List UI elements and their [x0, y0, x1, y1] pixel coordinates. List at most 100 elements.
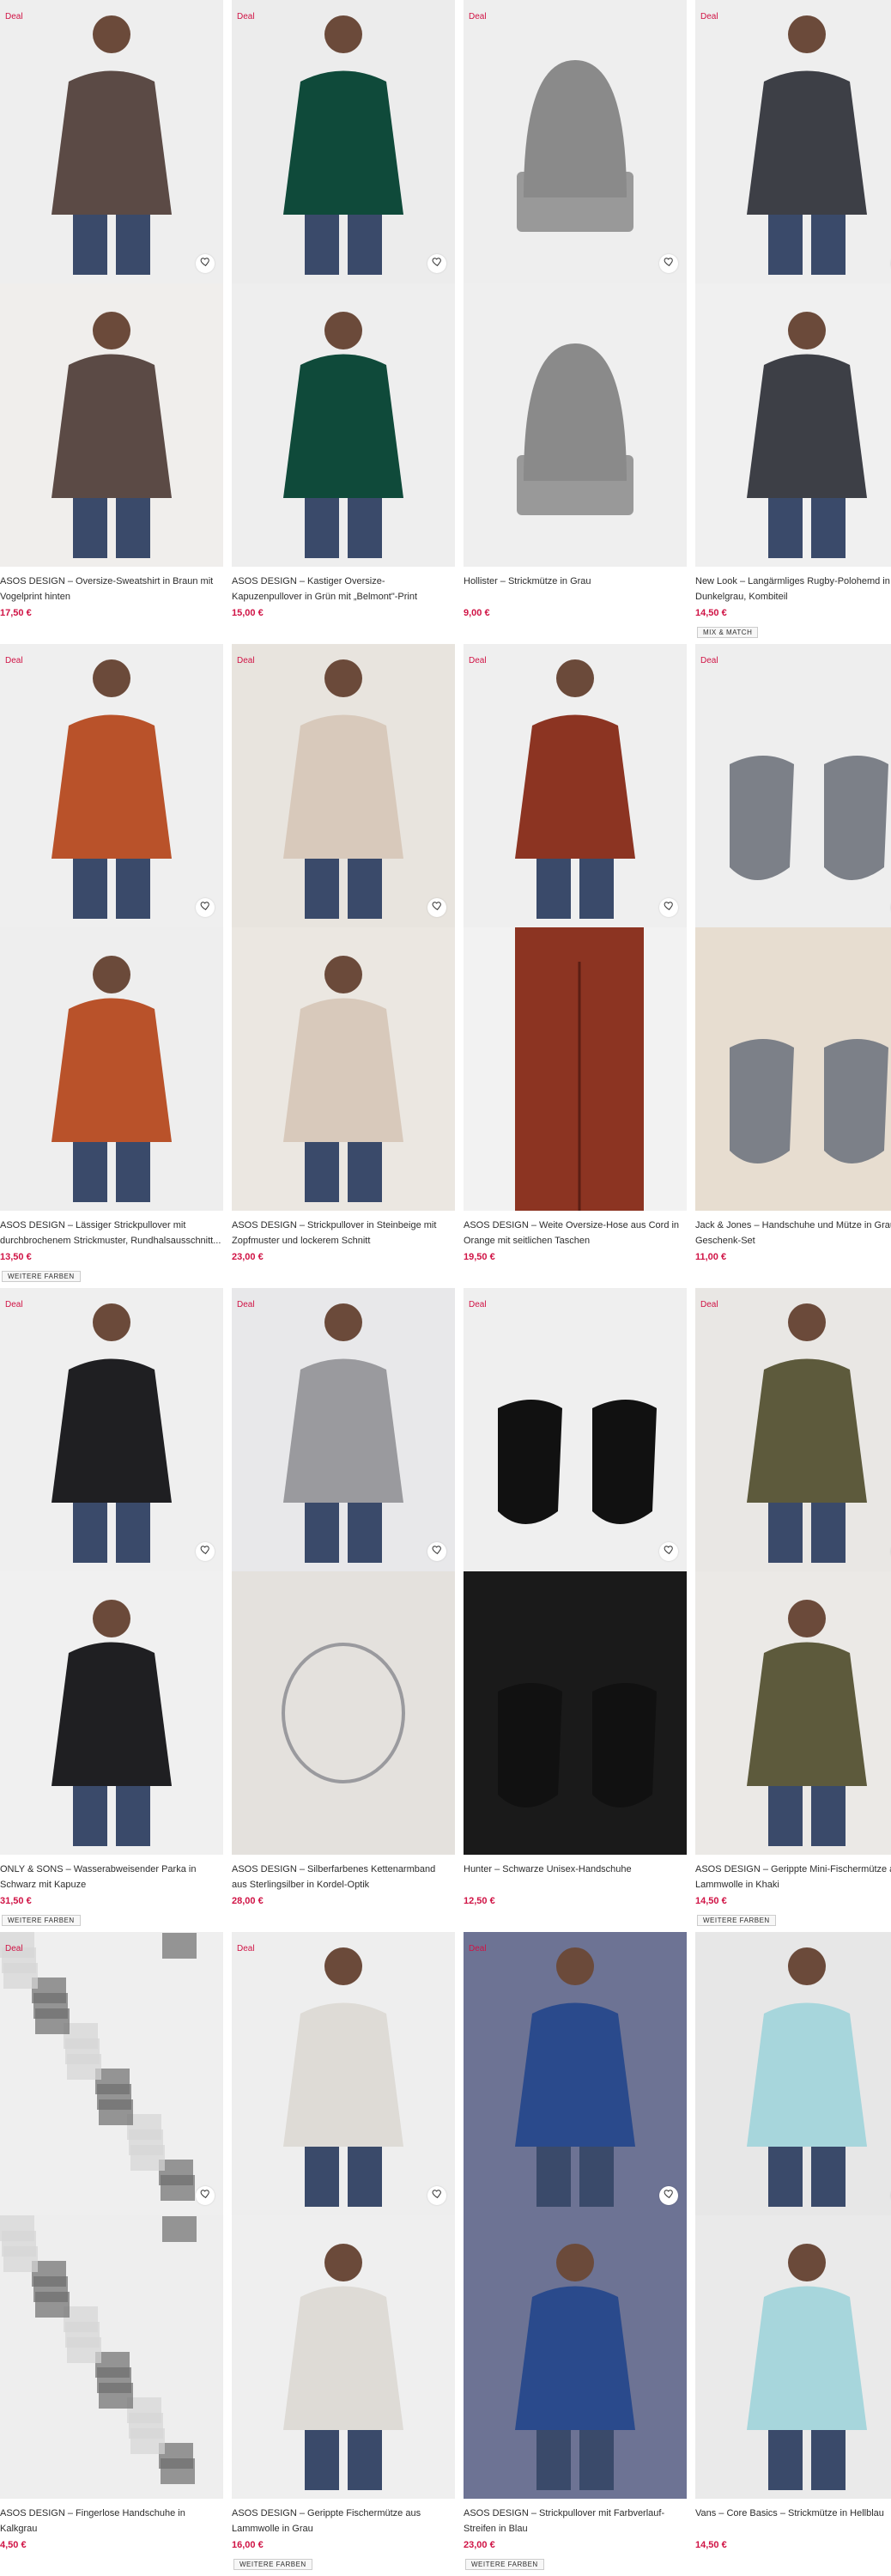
- product-card[interactable]: Deal ASOS DESIGN – Silberfarbenes Kettena…: [232, 1288, 455, 1923]
- product-image-alt[interactable]: [232, 1571, 455, 1855]
- wishlist-button[interactable]: [427, 2186, 446, 2205]
- product-image-alt[interactable]: [0, 1571, 223, 1855]
- deal-badge: Deal: [5, 1944, 23, 1953]
- deal-badge: Deal: [5, 12, 23, 21]
- heart-icon: [200, 256, 211, 271]
- product-card[interactable]: Deal ASOS DESIGN – Strickpullover mit Far…: [464, 1932, 687, 2570]
- product-image[interactable]: [232, 644, 455, 927]
- product-card[interactable]: Deal ASOS DESIGN – Gerippte Mini-Fischerm…: [695, 1288, 891, 1926]
- product-image-alt[interactable]: [695, 283, 891, 567]
- wishlist-button[interactable]: [427, 254, 446, 273]
- product-image-alt[interactable]: [464, 1571, 687, 1855]
- product-card[interactable]: Deal New Look – Langärmliges Rugby-Polohe…: [695, 0, 891, 638]
- product-image-alt[interactable]: [695, 2215, 891, 2499]
- product-image-alt[interactable]: [0, 2215, 223, 2499]
- product-card[interactable]: Deal ASOS DESIGN – Kastiger Oversize-Kapu…: [232, 0, 455, 635]
- deal-badge: Deal: [5, 1300, 23, 1309]
- product-price: 31,50 €: [0, 1896, 32, 1906]
- product-image[interactable]: [0, 1288, 223, 1571]
- product-card[interactable]: Deal ASOS DESIGN – Oversize-Sweatshirt in…: [0, 0, 223, 635]
- wishlist-button[interactable]: [196, 254, 215, 273]
- product-image-alt[interactable]: [0, 283, 223, 567]
- product-image-alt[interactable]: [464, 927, 687, 1211]
- product-image[interactable]: [0, 1932, 223, 2215]
- wishlist-button[interactable]: [427, 898, 446, 917]
- product-image-alt[interactable]: [232, 2215, 455, 2499]
- product-title[interactable]: ASOS DESIGN – Weite Oversize-Hose aus Co…: [464, 1218, 685, 1249]
- product-image[interactable]: [464, 0, 687, 283]
- product-price: 4,50 €: [0, 2540, 27, 2550]
- product-title[interactable]: ASOS DESIGN – Gerippte Fischermütze aus …: [232, 2506, 453, 2537]
- product-image-alt[interactable]: [695, 927, 891, 1211]
- deal-badge: Deal: [700, 12, 718, 21]
- product-card[interactable]: Deal ASOS DESIGN – Lässiger Strickpullove…: [0, 644, 223, 1282]
- product-card[interactable]: Vans – Core Basics – Strickmütze in Hell…: [695, 1932, 891, 2567]
- product-image-alt[interactable]: [0, 927, 223, 1211]
- product-grid: Deal ASOS DESIGN – Oversize-Sweatshirt in…: [0, 0, 891, 2576]
- wishlist-button[interactable]: [659, 254, 678, 273]
- product-image[interactable]: [232, 0, 455, 283]
- product-card[interactable]: Deal ASOS DESIGN – Gerippte Fischermütze …: [232, 1932, 455, 2570]
- product-image-alt[interactable]: [695, 1571, 891, 1855]
- deal-badge: Deal: [469, 1944, 487, 1953]
- product-price: 11,00 €: [695, 1252, 727, 1262]
- heart-icon: [200, 2188, 211, 2203]
- product-image-alt[interactable]: [464, 2215, 687, 2499]
- product-image[interactable]: [695, 1288, 891, 1571]
- heart-icon: [432, 256, 443, 271]
- heart-icon: [200, 900, 211, 915]
- wishlist-button[interactable]: [196, 2186, 215, 2205]
- product-image[interactable]: [464, 644, 687, 927]
- deal-badge: Deal: [237, 1300, 255, 1309]
- wishlist-button[interactable]: [659, 1542, 678, 1561]
- product-card[interactable]: Deal ONLY & SONS – Wasserabweisender Park…: [0, 1288, 223, 1926]
- heart-icon: [664, 1544, 675, 1559]
- heart-icon: [664, 900, 675, 915]
- product-image-alt[interactable]: [232, 927, 455, 1211]
- product-image[interactable]: [464, 1932, 687, 2215]
- product-card[interactable]: Deal ASOS DESIGN – Fingerlose Handschuhe …: [0, 1932, 223, 2567]
- wishlist-button[interactable]: [196, 898, 215, 917]
- product-image-alt[interactable]: [232, 283, 455, 567]
- product-card[interactable]: Deal Hollister – Strickmütze in Grau 9,00 …: [464, 0, 687, 635]
- product-title[interactable]: ASOS DESIGN – Strickpullover in Steinbei…: [232, 1218, 453, 1249]
- heart-icon: [432, 1544, 443, 1559]
- product-title[interactable]: Hunter – Schwarze Unisex-Handschuhe: [464, 1862, 685, 1893]
- product-title[interactable]: ASOS DESIGN – Kastiger Oversize-Kapuzenp…: [232, 574, 453, 605]
- product-card[interactable]: Deal Jack & Jones – Handschuhe und Mütze …: [695, 644, 891, 1279]
- product-title[interactable]: ASOS DESIGN – Strickpullover mit Farbver…: [464, 2506, 685, 2537]
- product-image-alt[interactable]: [464, 283, 687, 567]
- product-badge: WEITERE FARBEN: [2, 1271, 81, 1282]
- product-title[interactable]: ASOS DESIGN – Fingerlose Handschuhe in K…: [0, 2506, 221, 2537]
- product-image[interactable]: [0, 0, 223, 283]
- product-title[interactable]: Jack & Jones – Handschuhe und Mütze in G…: [695, 1218, 891, 1249]
- product-title[interactable]: ASOS DESIGN – Oversize-Sweatshirt in Bra…: [0, 574, 221, 605]
- product-title[interactable]: ONLY & SONS – Wasserabweisender Parka in…: [0, 1862, 221, 1893]
- product-badge: WEITERE FARBEN: [2, 1915, 81, 1926]
- product-image[interactable]: [464, 1288, 687, 1571]
- product-image[interactable]: [695, 0, 891, 283]
- product-card[interactable]: Deal ASOS DESIGN – Strickpullover in Stei…: [232, 644, 455, 1279]
- product-image[interactable]: [695, 644, 891, 927]
- product-image[interactable]: [0, 644, 223, 927]
- product-badge: WEITERE FARBEN: [465, 2559, 544, 2570]
- heart-icon: [664, 2188, 675, 2203]
- product-title[interactable]: Vans – Core Basics – Strickmütze in Hell…: [695, 2506, 891, 2537]
- product-card[interactable]: Deal ASOS DESIGN – Weite Oversize-Hose au…: [464, 644, 687, 1279]
- product-card[interactable]: Deal Hunter – Schwarze Unisex-Handschuhe 1…: [464, 1288, 687, 1923]
- product-title[interactable]: New Look – Langärmliges Rugby-Polohemd i…: [695, 574, 891, 605]
- wishlist-button[interactable]: [659, 2186, 678, 2205]
- product-image[interactable]: [695, 1932, 891, 2215]
- wishlist-button[interactable]: [196, 1542, 215, 1561]
- product-title[interactable]: ASOS DESIGN – Gerippte Mini-Fischermütze…: [695, 1862, 891, 1893]
- product-title[interactable]: ASOS DESIGN – Silberfarbenes Kettenarmba…: [232, 1862, 453, 1893]
- product-price: 28,00 €: [232, 1896, 264, 1906]
- wishlist-button[interactable]: [427, 1542, 446, 1561]
- product-image[interactable]: [232, 1932, 455, 2215]
- wishlist-button[interactable]: [659, 898, 678, 917]
- product-image[interactable]: [232, 1288, 455, 1571]
- product-price: 9,00 €: [464, 608, 490, 618]
- product-title[interactable]: ASOS DESIGN – Lässiger Strickpullover mi…: [0, 1218, 221, 1249]
- product-price: 15,00 €: [232, 608, 264, 618]
- product-title[interactable]: Hollister – Strickmütze in Grau: [464, 574, 685, 605]
